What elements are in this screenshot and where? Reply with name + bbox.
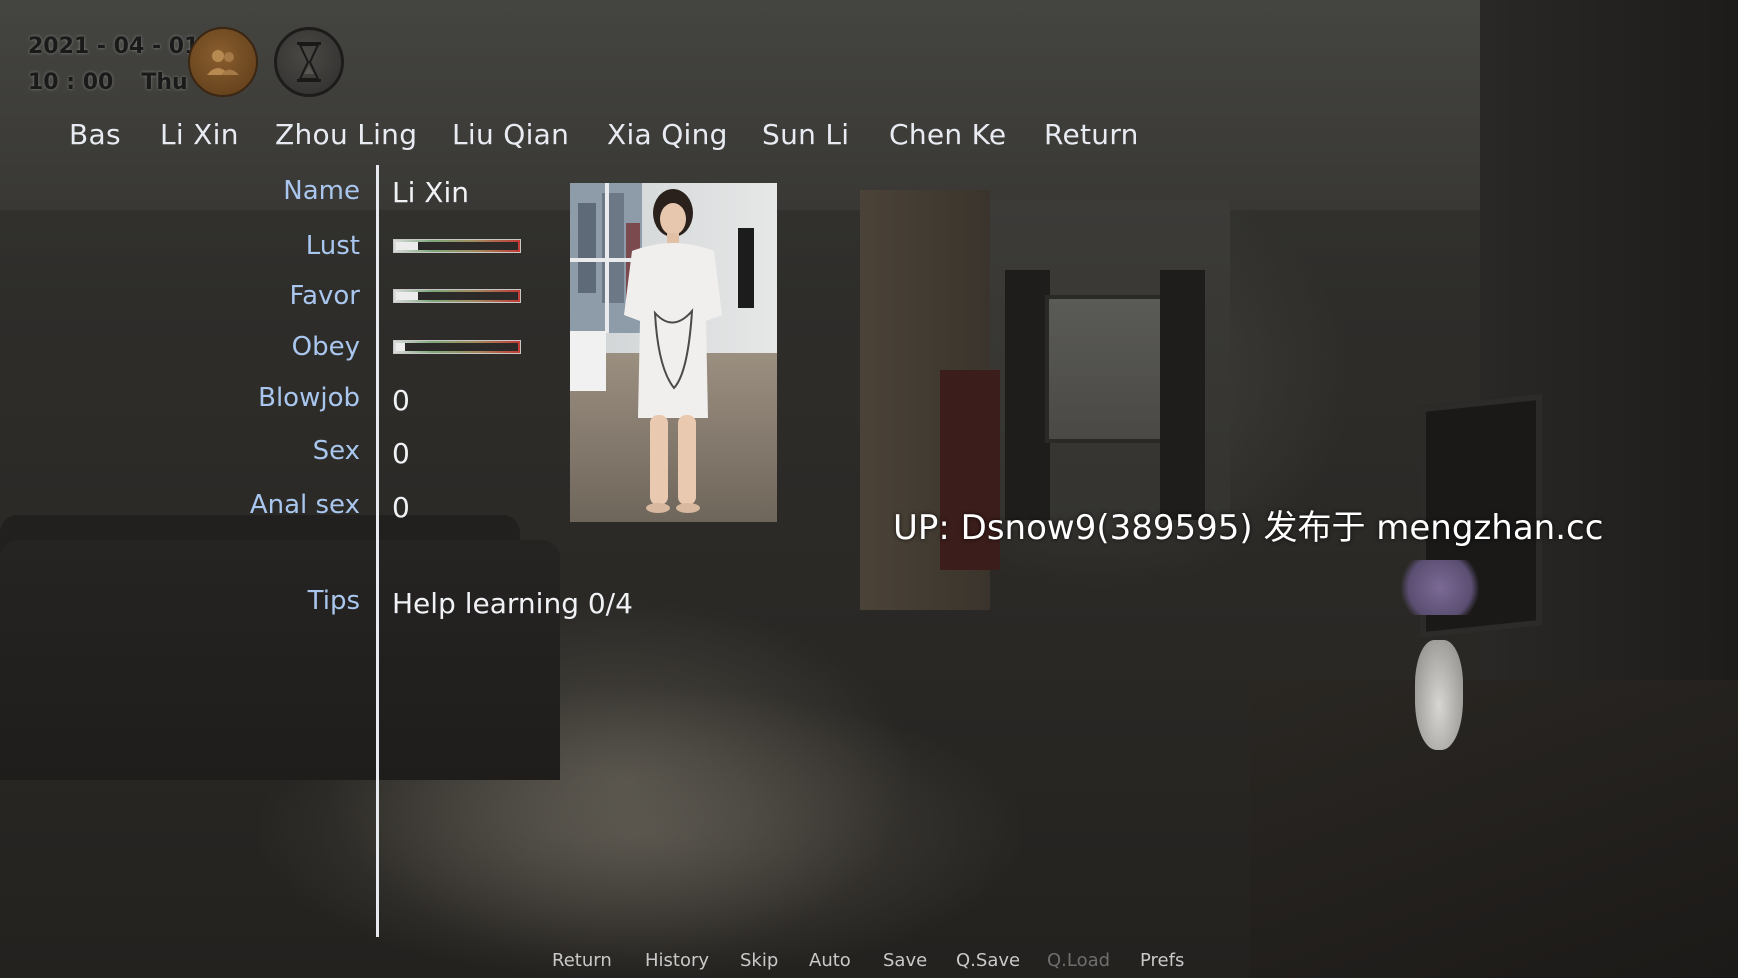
anal-sex-label: Anal sex: [249, 490, 360, 520]
quick-menu-return[interactable]: Return: [552, 950, 612, 971]
lust-bar-fill: [396, 242, 418, 250]
tab-return[interactable]: Return: [1044, 118, 1139, 151]
room-ceiling: [0, 0, 1738, 210]
obey-bar-fill: [396, 343, 405, 351]
quick-menu-qsave[interactable]: Q.Save: [956, 950, 1020, 971]
lust-bar: [393, 239, 521, 253]
name-label: Name: [283, 176, 360, 206]
game-scene: 2021 - 04 - 01 10 : 00 Thu Bas Li Xin Zho…: [0, 0, 1738, 978]
quick-menu-save[interactable]: Save: [883, 950, 927, 971]
room-vase: [1415, 640, 1463, 750]
anal-sex-value: 0: [392, 491, 410, 524]
quick-menu-auto[interactable]: Auto: [809, 950, 851, 971]
favor-label: Favor: [289, 281, 360, 311]
obey-label: Obey: [291, 332, 360, 362]
room-right-wall: [1480, 0, 1738, 978]
time-display: 10 : 00 Thu: [28, 70, 216, 95]
sex-value: 0: [392, 437, 410, 470]
wait-button[interactable]: [274, 27, 344, 97]
room-sofa-back: [0, 515, 520, 585]
favor-bar: [393, 289, 521, 303]
name-value: Li Xin: [392, 176, 469, 209]
room-curtain-left: [1005, 270, 1050, 520]
tab-li-xin[interactable]: Li Xin: [160, 118, 239, 151]
favor-bar-fill: [396, 292, 418, 300]
character-portrait-image: [570, 183, 777, 522]
tab-sun-li[interactable]: Sun Li: [762, 118, 849, 151]
tab-liu-qian[interactable]: Liu Qian: [452, 118, 569, 151]
watermark-text: UP: Dsnow9(389595) 发布于 mengzhan.cc: [893, 508, 1604, 548]
sex-label: Sex: [312, 436, 360, 466]
time-value: 10 : 00: [28, 70, 114, 95]
tips-label: Tips: [307, 586, 360, 616]
quick-menu: Return History Skip Auto Save Q.Save Q.L…: [0, 950, 1738, 974]
blowjob-value: 0: [392, 384, 410, 417]
room-rug: [260, 690, 1020, 978]
favor-bar-track: [396, 292, 518, 300]
quick-menu-skip[interactable]: Skip: [740, 950, 778, 971]
character-portrait: [570, 183, 777, 522]
quick-menu-qload: Q.Load: [1047, 950, 1111, 971]
obey-bar-track: [396, 343, 518, 351]
room-curtain-right: [1160, 270, 1205, 520]
contacts-button[interactable]: [188, 27, 258, 97]
room-back-wall: [980, 200, 1230, 530]
stats-divider: [376, 165, 379, 937]
hourglass-icon: [297, 42, 321, 82]
room-floor: [1250, 680, 1738, 978]
lust-bar-track: [396, 242, 518, 250]
quick-menu-history[interactable]: History: [645, 950, 709, 971]
date-display: 2021 - 04 - 01: [28, 34, 200, 59]
weekday-value: Thu: [141, 70, 188, 95]
quick-menu-prefs[interactable]: Prefs: [1140, 950, 1184, 971]
tab-zhou-ling[interactable]: Zhou Ling: [275, 118, 417, 151]
room-sofa: [0, 540, 560, 780]
tab-xia-qing[interactable]: Xia Qing: [607, 118, 728, 151]
room-window: [1045, 295, 1173, 443]
tab-bas[interactable]: Bas: [69, 118, 121, 151]
room-flower: [1395, 560, 1485, 615]
tab-chen-ke[interactable]: Chen Ke: [889, 118, 1006, 151]
obey-bar: [393, 340, 521, 354]
contacts-icon: [207, 50, 239, 75]
blowjob-label: Blowjob: [258, 383, 360, 413]
tips-value: Help learning 0/4: [392, 587, 633, 620]
lust-label: Lust: [305, 231, 360, 261]
